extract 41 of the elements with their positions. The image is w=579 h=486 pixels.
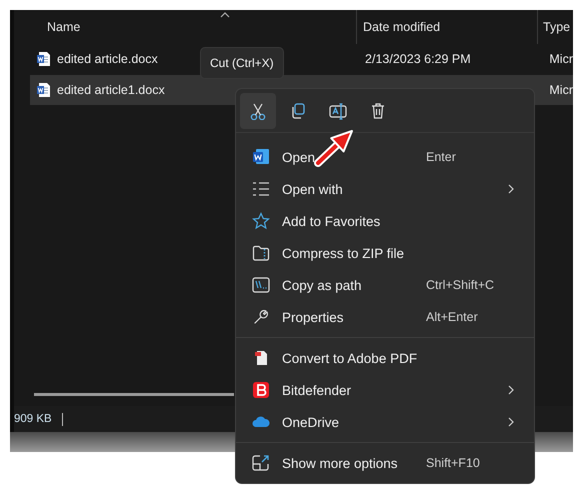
menu-item[interactable]: Convert to Adobe PDF [240,342,530,374]
menu-item[interactable]: Open with [240,173,530,205]
wrench-icon [252,308,270,326]
scissors-icon [249,102,267,120]
shield-b-icon [252,381,270,399]
folder-zip-icon [252,244,270,262]
menu-item[interactable]: Properties Alt+Enter [240,301,530,333]
file-type: Micr [549,83,573,97]
shortcut-text: Shift+F10 [426,456,481,470]
cut-tooltip: Cut (Ctrl+X) [200,47,284,79]
expand-icon [252,454,270,472]
column-header[interactable]: Name [47,20,80,34]
menu-item[interactable]: Show more options Shift+F10 [240,447,530,479]
menu-item[interactable]: Open Enter [240,141,530,173]
scrollbar[interactable] [34,393,234,396]
document-icon [36,51,51,67]
menu-item[interactable]: Add to Favorites [240,205,530,237]
menu-item[interactable]: Compress to ZIP file [240,237,530,269]
column-header[interactable]: Type [543,20,570,34]
file-type: Micr [549,52,573,66]
shortcut-text: Alt+Enter [426,310,479,324]
pdf-icon [252,349,270,367]
trash-icon [369,102,387,120]
star-icon [252,212,270,230]
word-icon [252,148,270,166]
file-name: edited article1.docx [57,83,165,97]
shortcut-text: Ctrl+Shift+C [426,278,496,292]
status-text: 909 KB [14,413,52,425]
menu-item[interactable]: Bitdefender [240,374,530,406]
menu-item[interactable]: OneDrive [240,406,530,438]
path-icon [252,276,270,294]
list-icon [252,180,270,198]
annotation-arrow [314,130,353,167]
shortcut-text: Enter [426,150,457,164]
menu-item[interactable]: Copy as path Ctrl+Shift+C [240,269,530,301]
file-name: edited article.docx [57,52,158,66]
column-header[interactable]: Date modified [363,20,440,34]
date-modified: 2/13/2023 6:29 PM [365,52,471,66]
document-icon [36,82,51,98]
scissors-button[interactable] [240,93,276,129]
rename-icon [329,102,347,120]
